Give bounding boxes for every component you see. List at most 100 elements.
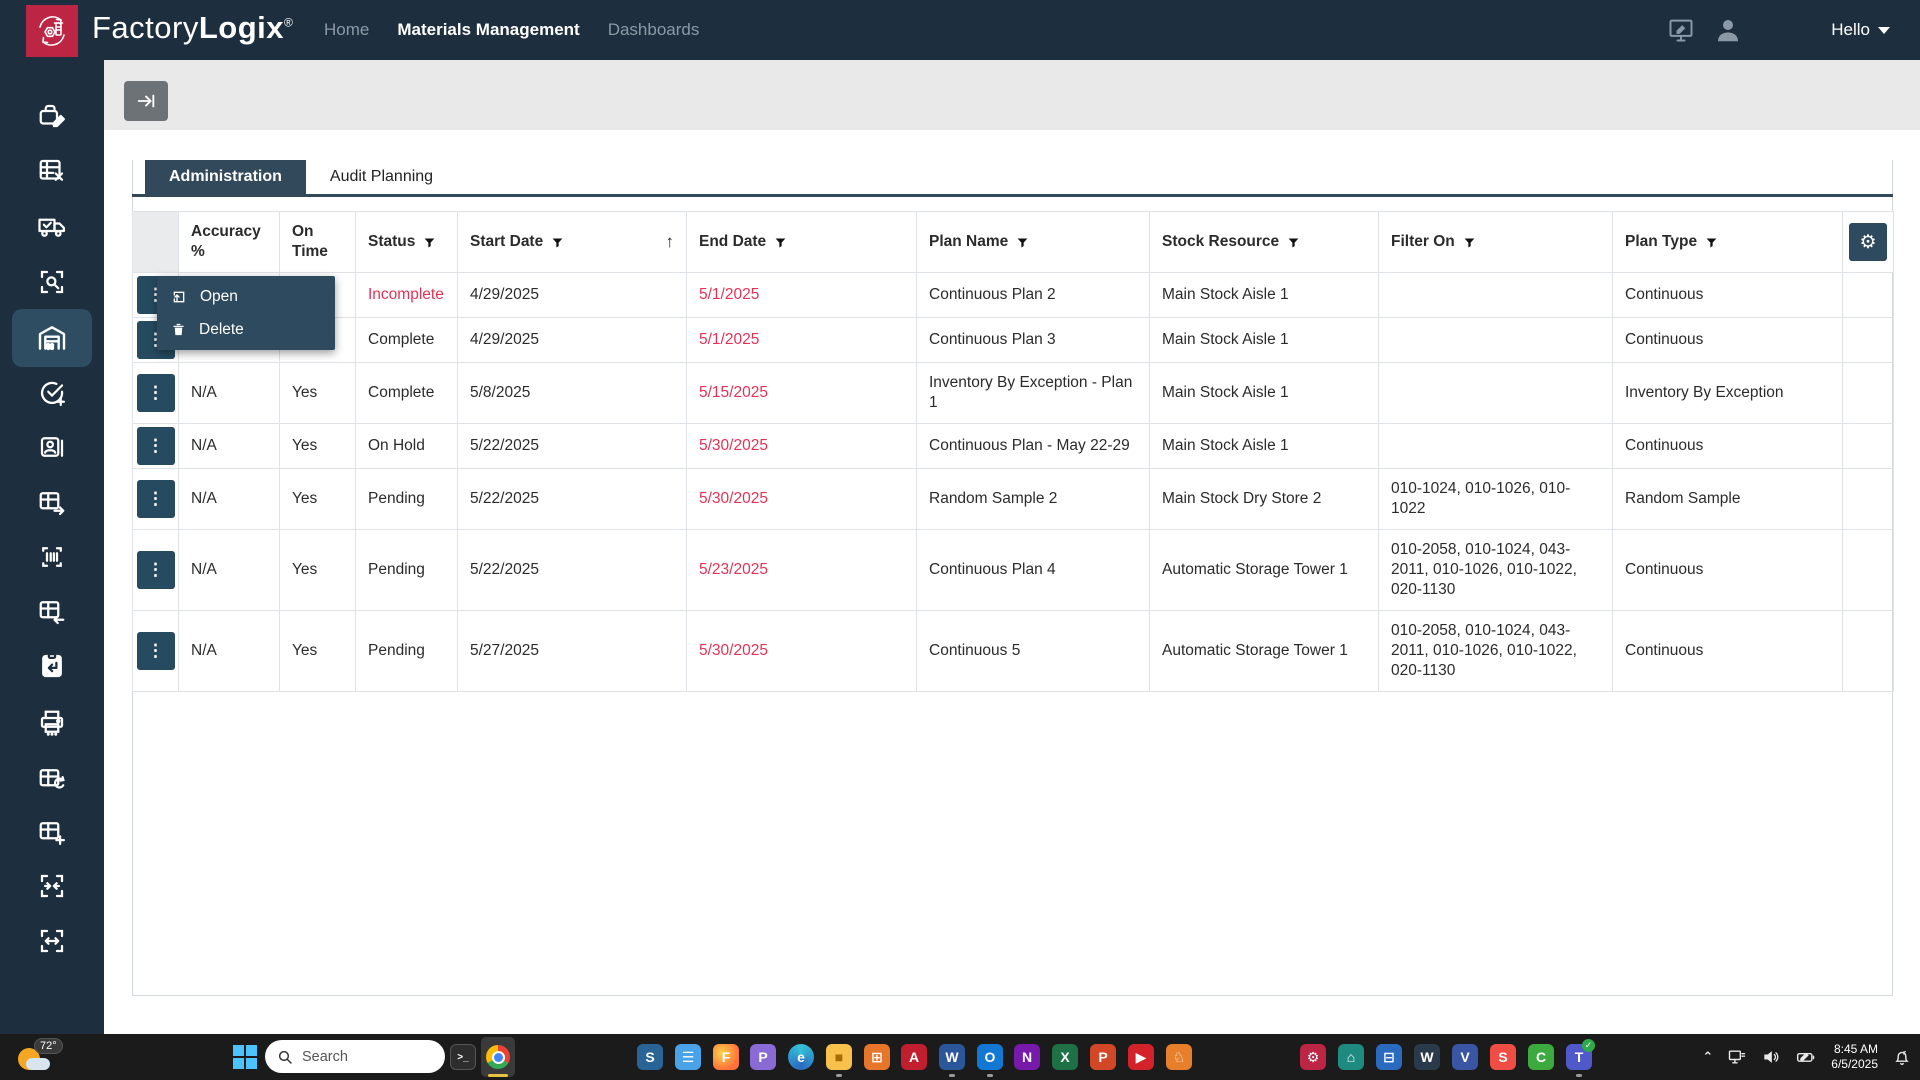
- sidebar-item-warehouse[interactable]: [30, 316, 74, 360]
- row-menu-button[interactable]: ⋮: [137, 551, 175, 589]
- taskbar-workstation-blue[interactable]: ⊟: [1376, 1044, 1402, 1070]
- table-add-icon: [37, 817, 67, 847]
- nav-home[interactable]: Home: [324, 20, 369, 40]
- start-button[interactable]: [233, 1045, 257, 1069]
- sidebar-item-scan-search[interactable]: [30, 260, 74, 304]
- tray-chevron-up-icon[interactable]: ⌃: [1702, 1049, 1713, 1065]
- filter-icon[interactable]: [551, 236, 564, 249]
- taskbar-edge[interactable]: e: [788, 1044, 814, 1070]
- table-row[interactable]: ⋮ N/AYes Complete5/8/2025 5/15/2025Inven…: [133, 363, 1894, 424]
- factorylogix-logo-icon[interactable]: [26, 5, 78, 57]
- filter-icon[interactable]: [423, 236, 436, 249]
- tray-clock[interactable]: 8:45 AM 6/5/2025: [1831, 1042, 1878, 1072]
- row-menu-button[interactable]: ⋮: [137, 480, 175, 518]
- column-settings-button[interactable]: ⚙: [1849, 223, 1887, 261]
- sidebar-item-table-add[interactable]: [30, 810, 74, 854]
- taskbar-snagit[interactable]: S: [1490, 1044, 1516, 1070]
- taskbar-snagit-editor[interactable]: S: [637, 1044, 663, 1070]
- taskbar-outlook[interactable]: O: [977, 1044, 1003, 1070]
- context-menu-open[interactable]: Open: [157, 280, 335, 313]
- chevron-down-icon: [1878, 27, 1890, 34]
- taskbar-workstation-dark[interactable]: W: [1414, 1044, 1440, 1070]
- table-row[interactable]: ⋮ N/ANo Incomplete4/29/2025 5/1/2025Cont…: [133, 273, 1894, 318]
- tab-administration[interactable]: Administration: [145, 160, 306, 194]
- taskbar-visio[interactable]: V: [1452, 1044, 1478, 1070]
- nav-materials-management[interactable]: Materials Management: [397, 20, 579, 40]
- taskbar-factory-app[interactable]: ⌂: [1338, 1044, 1364, 1070]
- sidebar-item-scan-expand[interactable]: [30, 919, 74, 963]
- taskbar-firefox[interactable]: F: [713, 1044, 739, 1070]
- table-row[interactable]: ⋮ N/AYes Pending5/22/2025 5/23/2025Conti…: [133, 530, 1894, 611]
- user-menu[interactable]: Hello: [1831, 20, 1890, 40]
- taskbar-excel[interactable]: X: [1052, 1044, 1078, 1070]
- sidebar-item-table-remove[interactable]: [30, 149, 74, 193]
- table-import-icon: [37, 596, 67, 626]
- sidebar-item-table-refresh[interactable]: [30, 757, 74, 801]
- sidebar-item-id-badge[interactable]: [30, 425, 74, 469]
- table-header-row: Accuracy % On Time Status Start Date ↑ E…: [133, 212, 1894, 273]
- row-menu-button[interactable]: ⋮: [137, 632, 175, 670]
- sidebar-item-table-import[interactable]: [30, 589, 74, 633]
- taskbar-factorylogix-red[interactable]: ⚙: [1300, 1044, 1326, 1070]
- filter-icon[interactable]: [774, 236, 787, 249]
- col-stock-resource[interactable]: Stock Resource: [1150, 212, 1379, 273]
- taskbar-camtasia[interactable]: C: [1528, 1044, 1554, 1070]
- sidebar-item-scan-collapse[interactable]: [30, 864, 74, 908]
- sidebar-item-truck-check[interactable]: [30, 204, 74, 248]
- nav-dashboards[interactable]: Dashboards: [608, 20, 700, 40]
- col-plan-name[interactable]: Plan Name: [917, 212, 1150, 273]
- filter-icon[interactable]: [1016, 236, 1029, 249]
- sidebar-item-audit-add[interactable]: [30, 371, 74, 415]
- taskbar-word[interactable]: W: [939, 1044, 965, 1070]
- taskbar-teams[interactable]: T ✓: [1566, 1044, 1592, 1070]
- taskbar-diagram-app[interactable]: ⊞: [864, 1044, 890, 1070]
- taskbar-factorylogix-orange[interactable]: ♘: [1166, 1044, 1192, 1070]
- table-row[interactable]: ⋮ N/AYes On Hold5/22/2025 5/30/2025Conti…: [133, 424, 1894, 469]
- taskbar-notepad[interactable]: ☰: [675, 1044, 701, 1070]
- sidebar-item-printer[interactable]: [30, 701, 74, 745]
- table-row[interactable]: ⋮ N/AYes Pending5/22/2025 5/30/2025Rando…: [133, 469, 1894, 530]
- sidebar-item-barcode-scan[interactable]: [30, 535, 74, 579]
- table-row[interactable]: ⋮ Complete4/29/2025 5/1/2025Continuous P…: [133, 318, 1894, 363]
- taskbar-powerpoint[interactable]: P: [1090, 1044, 1116, 1070]
- context-menu-delete[interactable]: Delete: [157, 313, 335, 346]
- taskbar-acrobat[interactable]: A: [901, 1044, 927, 1070]
- tab-audit-planning[interactable]: Audit Planning: [306, 160, 457, 194]
- scan-expand-icon: [37, 926, 67, 956]
- tray-volume-icon[interactable]: [1761, 1047, 1781, 1067]
- col-accuracy[interactable]: Accuracy %: [179, 212, 280, 273]
- taskbar-search[interactable]: Search: [265, 1040, 445, 1073]
- teams-status-badge: ✓: [1582, 1039, 1595, 1052]
- taskbar-chrome-active[interactable]: [481, 1037, 515, 1077]
- toolbar-strip: [104, 60, 1920, 130]
- tray-network-icon[interactable]: [1727, 1047, 1747, 1067]
- table-row[interactable]: ⋮ N/AYes Pending5/27/2025 5/30/2025Conti…: [133, 611, 1894, 692]
- monitor-edit-icon[interactable]: [1667, 16, 1695, 44]
- taskbar-nitro[interactable]: ▶: [1128, 1044, 1154, 1070]
- filter-icon[interactable]: [1287, 236, 1300, 249]
- filter-icon[interactable]: [1463, 236, 1476, 249]
- row-menu-button[interactable]: ⋮: [137, 374, 175, 412]
- weather-widget[interactable]: 72°: [16, 1038, 62, 1076]
- col-end-date[interactable]: End Date: [687, 212, 917, 273]
- col-on-time[interactable]: On Time: [280, 212, 356, 273]
- tray-notification-bell-icon[interactable]: z: [1892, 1047, 1912, 1067]
- taskbar-paint[interactable]: P: [750, 1044, 776, 1070]
- sidebar-item-table-export[interactable]: [30, 480, 74, 524]
- sort-asc-icon[interactable]: ↑: [666, 232, 675, 252]
- taskbar-terminal[interactable]: >_: [450, 1044, 476, 1070]
- filter-icon[interactable]: [1705, 236, 1718, 249]
- taskbar-onenote[interactable]: N: [1014, 1044, 1040, 1070]
- taskbar-file-explorer[interactable]: ■: [826, 1044, 852, 1070]
- briefcase-edit-icon: [37, 101, 67, 131]
- col-filter-on[interactable]: Filter On: [1379, 212, 1613, 273]
- row-menu-button[interactable]: ⋮: [137, 427, 175, 465]
- sidebar-item-briefcase-edit[interactable]: [30, 94, 74, 138]
- tray-battery-pen-icon[interactable]: [1795, 1047, 1817, 1067]
- collapse-panel-button[interactable]: [124, 81, 168, 121]
- col-plan-type[interactable]: Plan Type: [1613, 212, 1843, 273]
- col-status[interactable]: Status: [356, 212, 458, 273]
- user-icon[interactable]: [1713, 15, 1743, 45]
- sidebar-item-clipboard-return[interactable]: [30, 644, 74, 688]
- col-start-date[interactable]: Start Date ↑: [458, 212, 687, 273]
